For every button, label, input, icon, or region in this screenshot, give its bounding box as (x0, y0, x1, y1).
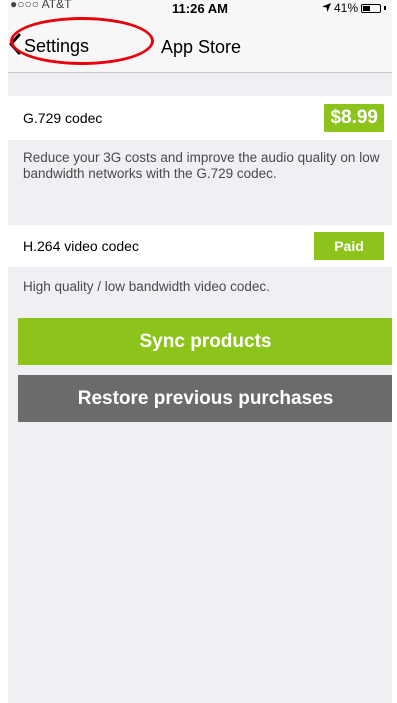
page-title: App Store (161, 37, 242, 57)
chevron-left-icon (8, 33, 24, 60)
battery-icon (361, 3, 381, 13)
battery-percent: 41% (333, 1, 358, 15)
product-row-g729: G.729 codec $8.99 (8, 96, 392, 140)
product-name: G.729 codec (23, 110, 103, 126)
location-arrow-icon (321, 1, 331, 15)
status-bar: ●○○○ AT&T 11:26 AM 41% (8, 0, 392, 18)
back-button[interactable]: Settings (8, 32, 89, 60)
buy-price-button[interactable]: $8.99 (324, 104, 384, 132)
battery-fill (363, 5, 370, 11)
navigation-bar: Settings App Store (8, 18, 392, 73)
paid-button[interactable]: Paid (314, 232, 384, 260)
status-right: 41% (321, 1, 386, 15)
product-description: Reduce your 3G costs and improve the aud… (23, 150, 380, 181)
product-name: H.264 video codec (23, 238, 139, 254)
app-screen: ●○○○ AT&T 11:26 AM 41% Settings App Stor… (8, 0, 392, 703)
sync-products-button[interactable]: Sync products (18, 318, 392, 365)
product-row-h264: H.264 video codec Paid (8, 225, 392, 267)
battery-tip (384, 6, 386, 10)
product-description: High quality / low bandwidth video codec… (23, 279, 270, 294)
restore-purchases-button[interactable]: Restore previous purchases (18, 375, 392, 422)
back-button-label: Settings (24, 35, 90, 56)
